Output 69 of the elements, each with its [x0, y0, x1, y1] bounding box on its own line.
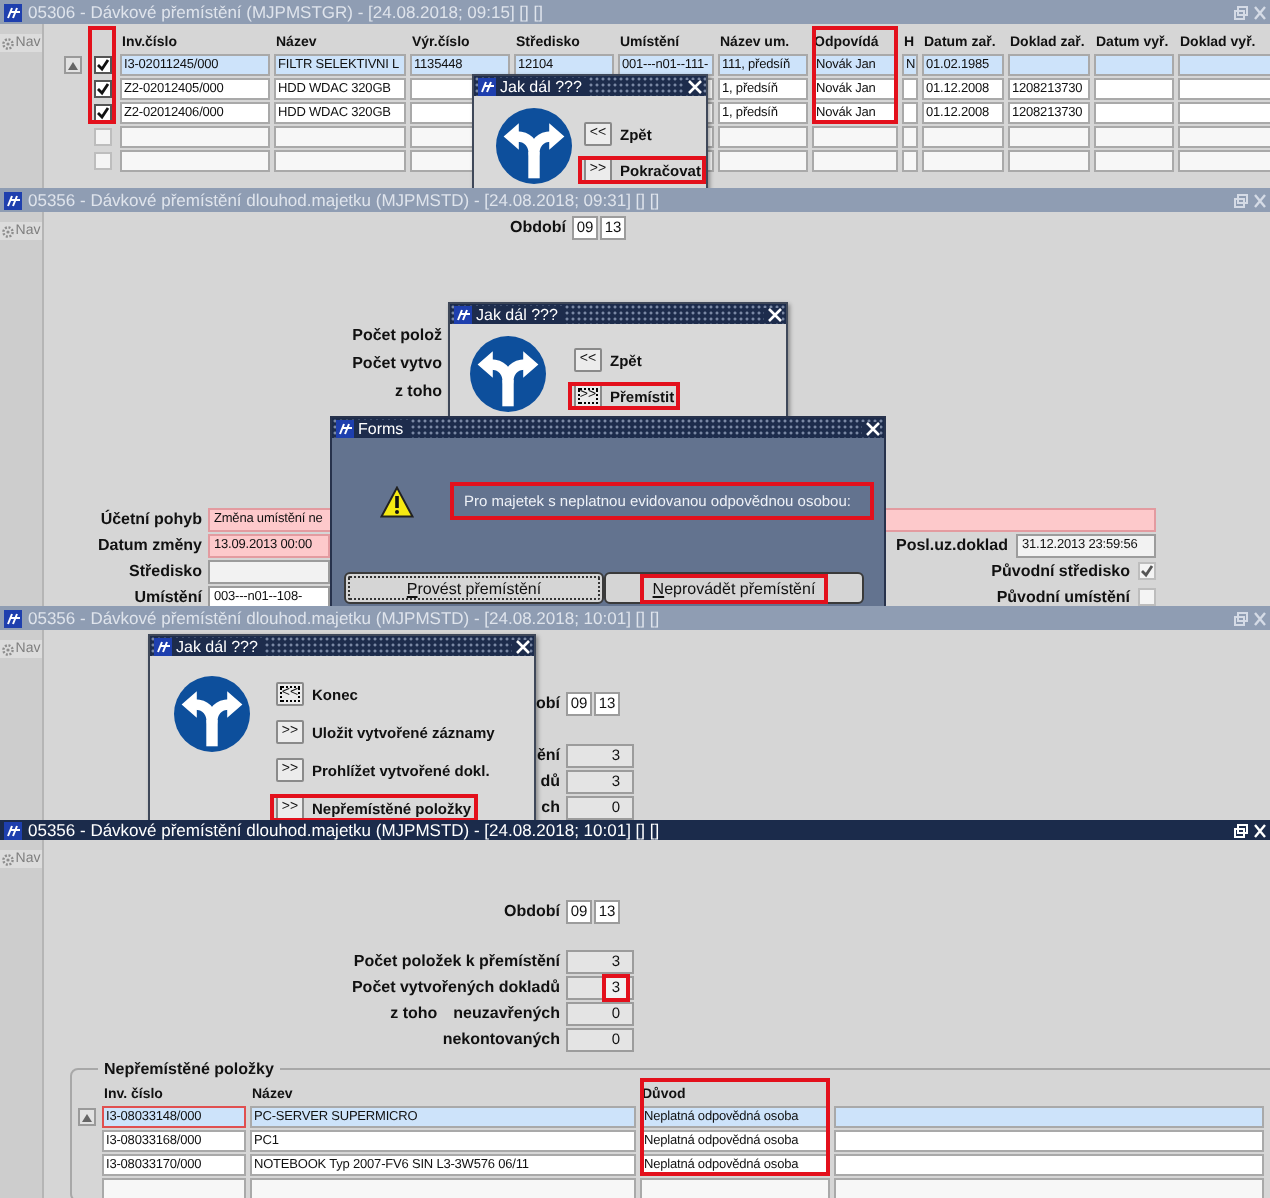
- field-label: Datum změny: [97, 536, 202, 554]
- checkbox[interactable]: [93, 104, 111, 122]
- field-label: ění: [536, 746, 560, 764]
- table-cell: [812, 126, 898, 148]
- field-label: z toho: [390, 1004, 438, 1022]
- gear-icon: [1, 853, 14, 865]
- field-label: Účetní pohyb: [100, 510, 202, 528]
- dialog-title: Forms: [358, 419, 404, 437]
- field-label: Posl.uz.doklad: [895, 536, 1008, 554]
- field-label: Původní umístění: [996, 588, 1130, 606]
- text-field[interactable]: [208, 559, 330, 583]
- field-label: Období: [510, 218, 566, 236]
- gear-icon: [1, 37, 14, 49]
- warning-icon: [380, 485, 414, 517]
- app-logo-icon: [154, 637, 172, 655]
- table-cell: [274, 150, 406, 172]
- app-logo-icon: [336, 419, 354, 437]
- scroll-up-button[interactable]: [78, 1108, 96, 1126]
- field-label: Původní středisko: [991, 562, 1130, 580]
- field-label: obí: [536, 694, 560, 712]
- field-label: Počet položek k přemístění: [353, 952, 560, 970]
- field-label: Středisko: [129, 562, 202, 580]
- restore-icon[interactable]: [1234, 823, 1248, 837]
- dialog-title: Jak dál ???: [176, 637, 258, 655]
- field-label: z toho: [394, 381, 442, 399]
- app-logo-icon: [4, 821, 22, 839]
- window-title: 05356 - Dávkové přemístění dlouhod.majetku (MJPMSTD) - [24.08.2018; 09:31] [] []: [28, 190, 662, 210]
- table-cell: [718, 150, 808, 172]
- table-cell: [1094, 150, 1174, 172]
- app-logo-icon: [4, 609, 22, 627]
- table-cell: [274, 126, 406, 148]
- table-cell: [922, 150, 1004, 172]
- window-title: 05356 - Dávkové přemístění dlouhod.majetku (MJPMSTD) - [24.08.2018; 10:01] [] []: [28, 608, 662, 628]
- field-label: nekontovaných: [442, 1030, 560, 1048]
- field-label: Počet polož: [352, 325, 442, 343]
- table-cell: [1178, 126, 1270, 148]
- dialog-title: Jak dál ???: [500, 77, 582, 95]
- field-label: Období: [504, 902, 560, 920]
- gear-icon: [1, 225, 14, 237]
- app-logo-icon: [4, 191, 22, 209]
- gear-icon: [1, 643, 14, 655]
- window-title: 05356 - Dávkové přemístění dlouhod.majetku (MJPMSTD) - [24.08.2018; 10:01] [] []: [28, 820, 662, 840]
- checkbox[interactable]: [1138, 588, 1156, 606]
- dialog-button[interactable]: Provést přemístění: [344, 572, 604, 604]
- dialog-title: Jak dál ???: [476, 305, 558, 323]
- app-logo-icon: [454, 305, 472, 323]
- field-label: Počet vytvořených dokladů: [351, 978, 560, 996]
- group-title: Nepřemístěné položky: [102, 1060, 276, 1078]
- checkbox[interactable]: [93, 80, 111, 98]
- field-label: neuzavřených: [453, 1004, 560, 1022]
- app-logo-icon: [4, 3, 22, 21]
- table-cell: [1008, 126, 1090, 148]
- field-label: ch: [541, 798, 560, 816]
- table-cell: [812, 150, 898, 172]
- field-label: dů: [540, 772, 560, 790]
- window-title: 05306 - Dávkové přemístění (MJPMSTGR) - [24.08.2018; 09:15] [] []: [28, 2, 545, 22]
- app-logo-icon: [478, 77, 496, 95]
- scroll-up-button[interactable]: [64, 56, 82, 74]
- table-cell: [922, 126, 1004, 148]
- checkbox[interactable]: [93, 56, 111, 74]
- table-cell: [718, 126, 808, 148]
- table-cell: [1178, 150, 1270, 172]
- dialog-button[interactable]: Neprovádět přemístění: [604, 572, 864, 604]
- field-label: Počet vytvo: [352, 353, 442, 371]
- checkbox[interactable]: [1138, 562, 1156, 580]
- table-cell: [1008, 150, 1090, 172]
- table-cell: [102, 1178, 246, 1198]
- field-label: Umístění: [134, 588, 202, 606]
- table-cell: [1094, 126, 1174, 148]
